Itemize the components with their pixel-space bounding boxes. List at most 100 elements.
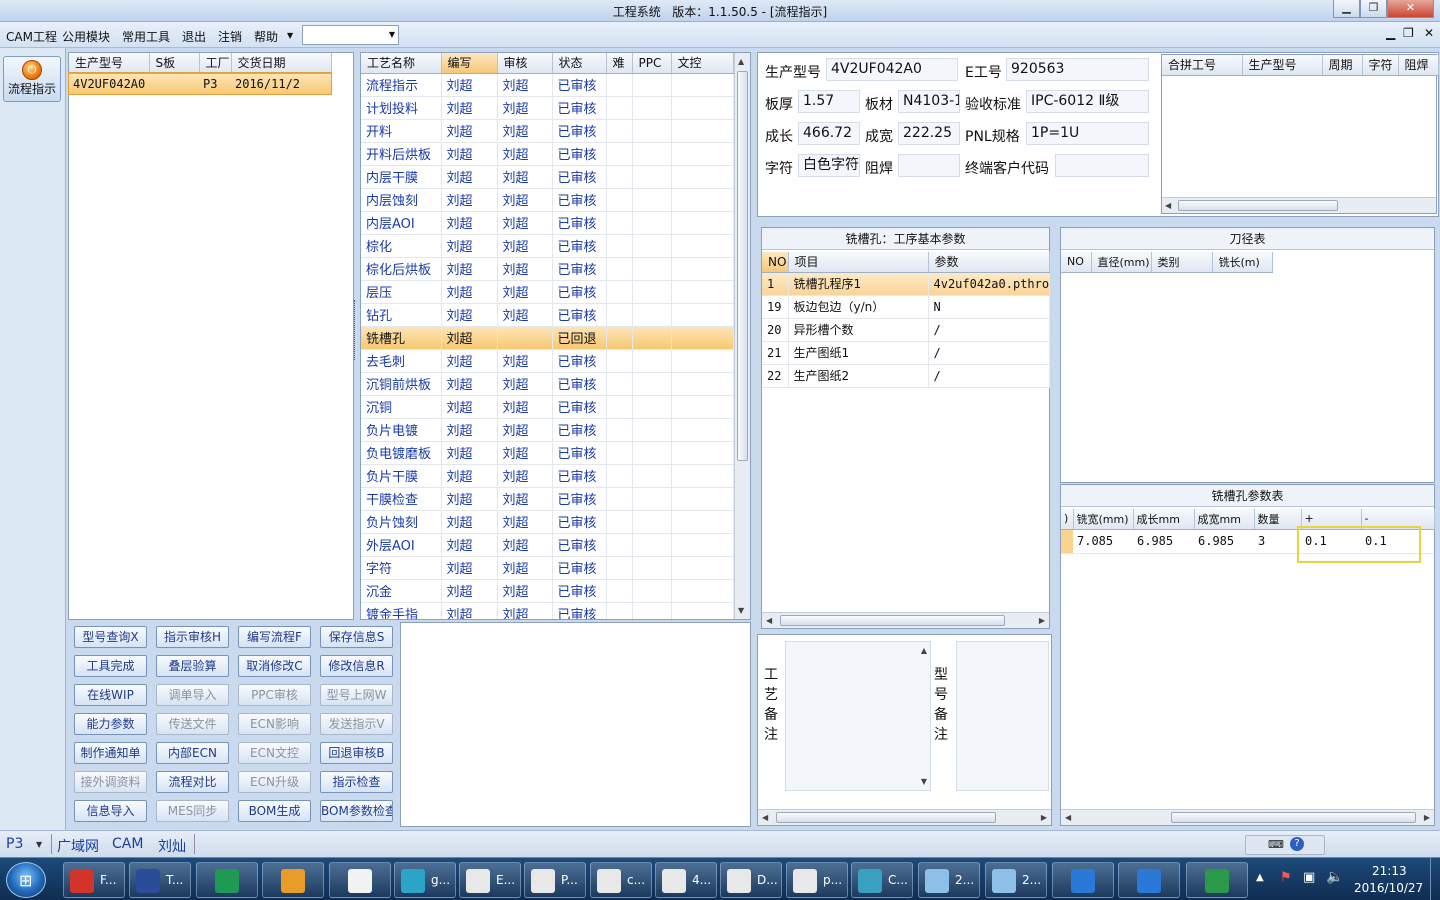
standard-field[interactable]: IPC-6012 Ⅱ级 (1026, 90, 1149, 113)
eng-no-field[interactable]: 920563 (1006, 58, 1149, 81)
action-button[interactable]: 修改信息R (320, 655, 393, 677)
pnl-field[interactable]: 1P=1U (1026, 122, 1149, 145)
process-notes-field[interactable]: ▲ ▼ (785, 641, 931, 791)
column-header[interactable]: NO (762, 252, 789, 273)
taskbar-app-button[interactable] (196, 862, 258, 898)
notes-scrollbar[interactable]: ◀ ▶ (758, 809, 1051, 825)
table-row[interactable]: 21 生产图纸1/ (762, 341, 1050, 365)
table-row[interactable]: 棕化后烘板 刘超 刘超 已审核 (361, 257, 734, 281)
mask-field[interactable] (898, 154, 960, 177)
column-header[interactable]: 审核 (497, 53, 553, 74)
column-header[interactable]: 生产型号 (1242, 55, 1323, 76)
column-header[interactable]: 交货日期 (231, 53, 332, 74)
table-row[interactable]: 计划投料 刘超 刘超 已审核 (361, 96, 734, 120)
table-row[interactable]: 1铣槽孔程序14v2uf042a0.pthrout (762, 272, 1050, 296)
taskbar-app-button[interactable] (1186, 862, 1248, 898)
show-desktop-button[interactable] (1430, 858, 1440, 900)
taskbar-app-button[interactable]: c... (590, 862, 652, 898)
scroll-thumb[interactable] (776, 812, 996, 823)
action-button[interactable]: 传送文件 (156, 713, 229, 735)
table-row[interactable]: 19 板边包边（y/n） N (762, 295, 1050, 319)
action-button[interactable]: 工具完成 (74, 655, 147, 677)
column-header[interactable]: 铣宽(mm) (1073, 509, 1134, 530)
taskbar-app-button[interactable]: g... (394, 862, 456, 898)
table-row[interactable]: 层压 刘超 刘超 已审核 (361, 280, 734, 304)
mdi-close-icon[interactable]: ✕ (1424, 26, 1434, 40)
action-button[interactable]: 型号上网W (320, 684, 393, 706)
plant-selector[interactable]: P3 (6, 836, 23, 852)
table-row[interactable]: 20 异形槽个数 / (762, 318, 1050, 342)
table-row[interactable]: 沉铜前烘板 刘超 刘超 已审核 (361, 372, 734, 396)
table-row[interactable]: 22 生产图纸2/ (762, 364, 1050, 388)
help-icon[interactable]: ? (1290, 837, 1304, 851)
taskbar-app-button[interactable]: D... (720, 862, 782, 898)
taskbar-app-button[interactable]: C... (851, 862, 913, 898)
close-button[interactable]: ✕ (1387, 0, 1434, 18)
action-button[interactable]: 接外调资料 (74, 771, 147, 793)
action-button[interactable]: 信息导入 (74, 800, 147, 822)
start-button[interactable]: ⊞ (6, 862, 46, 898)
column-header[interactable]: 难 (606, 53, 633, 74)
column-header[interactable]: 直径(mm) (1091, 252, 1152, 273)
taskbar-app-button[interactable]: P... (524, 862, 586, 898)
table-row[interactable]: 棕化 刘超 刘超 已审核 (361, 234, 734, 258)
action-button[interactable]: ECN文控 (238, 742, 311, 764)
table-row[interactable]: 字符 刘超 刘超 已审核 (361, 556, 734, 580)
scroll-thumb[interactable] (737, 71, 748, 461)
table-row[interactable]: 沉铜 刘超 刘超 已审核 (361, 395, 734, 419)
model-notes-field[interactable] (956, 641, 1049, 791)
merge-scrollbar[interactable]: ◀ (1162, 197, 1436, 213)
column-header[interactable]: S板 (149, 53, 200, 74)
column-header[interactable]: NO (1061, 252, 1092, 273)
column-header[interactable]: 类别 (1151, 252, 1213, 273)
action-button[interactable]: 内部ECN (156, 742, 229, 764)
scroll-thumb[interactable] (1171, 812, 1416, 823)
scroll-thumb[interactable] (1178, 200, 1338, 211)
action-button[interactable]: 指示检查 (320, 771, 393, 793)
volume-icon[interactable]: 🔈 (1326, 869, 1343, 885)
column-header[interactable]: ) (1061, 509, 1074, 530)
table-row[interactable]: 负片干膜 刘超 刘超 已审核 (361, 464, 734, 488)
table-row[interactable]: 铣槽孔 刘超 已回退 (361, 326, 734, 350)
nav-flow-button[interactable]: ⏻ 流程指示 (3, 56, 61, 102)
taskbar-app-button[interactable]: T... (129, 862, 191, 898)
taskbar-app-button[interactable]: 2... (985, 862, 1047, 898)
table-row[interactable]: 负电镀磨板 刘超 刘超 已审核 (361, 441, 734, 465)
network-icon[interactable]: ▣ (1303, 870, 1315, 885)
table-row[interactable]: 沉金 刘超 刘超 已审核 (361, 579, 734, 603)
slot-scrollbar[interactable]: ◀ ▶ (1061, 809, 1434, 825)
column-header[interactable]: 项目 (788, 252, 929, 273)
action-button[interactable]: 流程对比 (156, 771, 229, 793)
action-button[interactable]: ECN影响 (238, 713, 311, 735)
table-row[interactable]: 外层AOI 刘超 刘超 已审核 (361, 533, 734, 557)
chevron-down-icon[interactable]: ▼ (36, 840, 42, 849)
menu-common[interactable]: 公用模块 (62, 28, 110, 45)
action-button[interactable]: 调单导入 (156, 684, 229, 706)
table-row[interactable]: 开料后烘板 刘超 刘超 已审核 (361, 142, 734, 166)
column-header[interactable]: 工艺名称 (361, 53, 442, 74)
column-header[interactable]: 文控 (671, 53, 734, 74)
column-header[interactable]: 阻焊 (1398, 55, 1439, 76)
menu-exit[interactable]: 退出 (182, 28, 206, 45)
splitter-handle[interactable] (354, 300, 359, 360)
taskbar-app-button[interactable]: p... (786, 862, 848, 898)
table-row[interactable]: 内层AOI 刘超 刘超 已审核 (361, 211, 734, 235)
table-row[interactable]: 去毛刺 刘超 刘超 已审核 (361, 349, 734, 373)
column-header[interactable]: PPC (632, 53, 672, 74)
finish-len-field[interactable]: 466.72 (798, 122, 860, 145)
action-button[interactable]: 叠层验算 (156, 655, 229, 677)
clock-time[interactable]: 21:13 (1372, 864, 1407, 878)
column-header[interactable]: 工厂 (199, 53, 232, 74)
flag-icon[interactable]: ⚑ (1280, 870, 1292, 885)
material-field[interactable]: N4103-1 (898, 90, 960, 113)
column-header[interactable]: 合拼工号 (1162, 55, 1243, 76)
action-button[interactable]: BOM生成 (238, 800, 311, 822)
column-header[interactable]: 生产型号 (69, 53, 150, 74)
taskbar-app-button[interactable] (1052, 862, 1114, 898)
taskbar-app-button[interactable] (329, 862, 391, 898)
action-button[interactable]: 编写流程F (238, 626, 311, 648)
menu-logout[interactable]: 注销 (218, 28, 242, 45)
action-button[interactable]: 指示审核H (156, 626, 229, 648)
process-scrollbar[interactable]: ▲ ▼ (734, 53, 750, 619)
column-header[interactable]: 成长mm (1133, 509, 1195, 530)
